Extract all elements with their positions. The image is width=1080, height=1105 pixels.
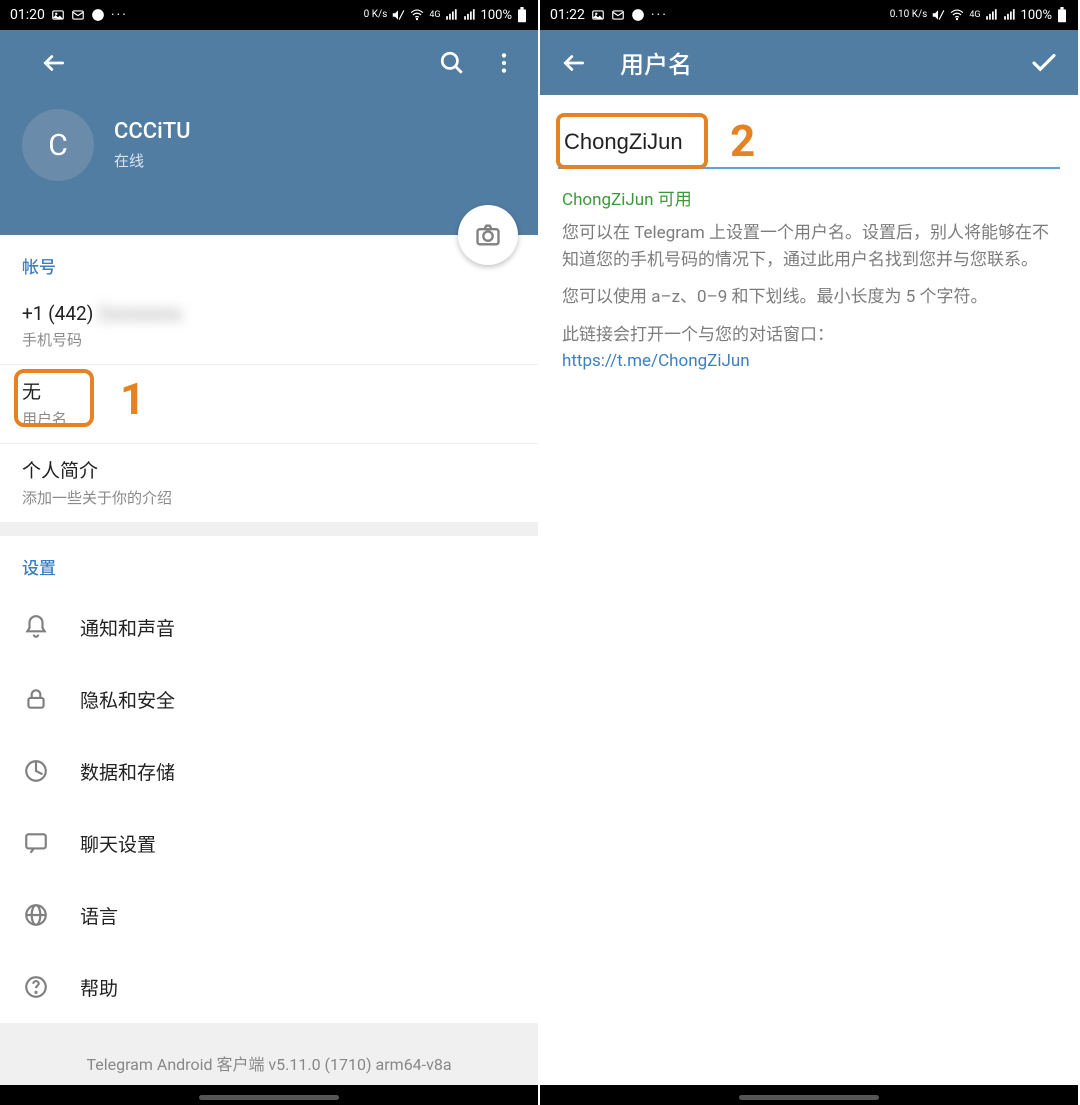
data-icon	[22, 757, 50, 785]
mute-icon	[931, 8, 945, 22]
avatar-initial: C	[48, 128, 68, 163]
profile-header: C CCCiTU 在线	[0, 95, 538, 235]
username-available: ChongZiJun 可用	[562, 185, 1056, 210]
profile-status: 在线	[114, 150, 191, 171]
net-speed: 0 K/s	[364, 10, 388, 20]
settings-item-label: 聊天设置	[80, 830, 156, 857]
nav-bar	[540, 1085, 1078, 1105]
signal-bars-icon-2	[463, 8, 477, 22]
signal-bars-icon	[985, 8, 999, 22]
battery-pct: 100%	[1021, 8, 1052, 23]
toolbar-title: 用户名	[620, 45, 1008, 80]
status-time: 01:22	[550, 7, 585, 23]
username-edit-pane: 2 ChongZiJun 可用 您可以在 Telegram 上设置一个用户名。设…	[540, 95, 1078, 393]
settings-notifications[interactable]: 通知和声音	[0, 591, 538, 663]
settings-item-label: 帮助	[80, 974, 118, 1001]
right-screenshot: 01:22 ··· 0.10 K/s 4G	[540, 0, 1080, 1105]
toolbar-right: 用户名	[540, 30, 1078, 95]
search-icon[interactable]	[436, 47, 468, 79]
profile-name: CCCiTU	[114, 119, 191, 144]
battery-icon	[1056, 7, 1068, 23]
image-icon	[51, 8, 65, 22]
settings-chat[interactable]: 聊天设置	[0, 807, 538, 879]
settings-item-label: 通知和声音	[80, 614, 175, 641]
toolbar-left	[0, 30, 538, 95]
image-icon	[591, 8, 605, 22]
phone-redacted: 2xxxxxxx	[98, 302, 183, 325]
help-icon	[22, 973, 50, 1001]
wifi-icon	[949, 8, 965, 22]
mail-icon	[71, 8, 85, 22]
chat-settings-icon	[22, 829, 50, 857]
signal-bars-icon-2	[1003, 8, 1017, 22]
annotation-number-1: 1	[120, 373, 145, 425]
username-desc-3: 此链接会打开一个与您的对话窗口：	[562, 322, 1056, 349]
wifi-icon	[409, 8, 425, 22]
nav-bar	[0, 1085, 538, 1105]
phone-row[interactable]: +1 (442) 2xxxxxxx 手机号码	[0, 290, 538, 365]
settings-item-label: 语言	[80, 902, 118, 929]
username-input[interactable]	[558, 115, 1060, 169]
battery-pct: 100%	[481, 8, 512, 23]
username-desc-2: 您可以使用 a–z、0–9 和下划线。最小长度为 5 个字符。	[562, 284, 1056, 311]
back-icon[interactable]	[38, 47, 70, 79]
settings-header: 设置	[0, 536, 538, 591]
settings-language[interactable]: 语言	[0, 879, 538, 951]
battery-icon	[516, 7, 528, 23]
camera-button[interactable]	[458, 205, 518, 265]
username-value: 无	[22, 377, 516, 404]
settings-item-label: 数据和存储	[80, 758, 175, 785]
signal-bars-icon	[445, 8, 459, 22]
statusbar-left: 01:20 ··· 0 K/s 4G	[0, 0, 538, 30]
more-icon[interactable]	[488, 47, 520, 79]
signal-icon: 4G	[969, 10, 980, 20]
bio-row[interactable]: 个人简介 添加一些关于你的介绍	[0, 444, 538, 522]
account-header: 帐号	[0, 235, 538, 290]
chat-icon	[631, 8, 645, 22]
bio-hint: 添加一些关于你的介绍	[22, 487, 516, 508]
username-desc-1: 您可以在 Telegram 上设置一个用户名。设置后，别人将能够在不知道您的手机…	[562, 220, 1056, 274]
username-row[interactable]: 无 用户名 1	[0, 365, 538, 444]
mail-icon	[611, 8, 625, 22]
statusbar-right: 01:22 ··· 0.10 K/s 4G	[540, 0, 1078, 30]
settings-privacy[interactable]: 隐私和安全	[0, 663, 538, 735]
left-screenshot: 01:20 ··· 0 K/s 4G	[0, 0, 540, 1105]
globe-icon	[22, 901, 50, 929]
mute-icon	[391, 8, 405, 22]
confirm-icon[interactable]	[1028, 47, 1060, 79]
more-dots: ···	[111, 7, 128, 23]
back-icon[interactable]	[558, 47, 590, 79]
lock-icon	[22, 685, 50, 713]
phone-label: 手机号码	[22, 329, 516, 350]
bio-title: 个人简介	[22, 456, 516, 483]
username-label: 用户名	[22, 408, 516, 429]
net-speed: 0.10 K/s	[890, 10, 928, 20]
settings-help[interactable]: 帮助	[0, 951, 538, 1023]
settings-item-label: 隐私和安全	[80, 686, 175, 713]
chat-icon	[91, 8, 105, 22]
signal-icon: 4G	[429, 10, 440, 20]
section-divider	[0, 522, 538, 536]
settings-data[interactable]: 数据和存储	[0, 735, 538, 807]
annotation-number-2: 2	[730, 115, 755, 167]
bell-icon	[22, 613, 50, 641]
status-time: 01:20	[10, 7, 45, 23]
avatar[interactable]: C	[22, 109, 94, 181]
phone-visible: +1 (442)	[22, 302, 98, 325]
more-dots: ···	[651, 7, 668, 23]
username-link[interactable]: https://t.me/ChongZiJun	[562, 351, 1056, 371]
